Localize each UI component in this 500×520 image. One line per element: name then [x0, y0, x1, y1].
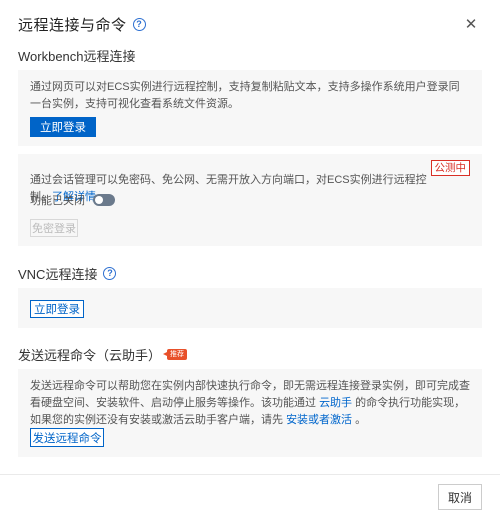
- cloud-assistant-text-3: 。: [355, 414, 367, 426]
- vnc-section-title: VNC远程连接 ?: [18, 264, 117, 283]
- install-activate-link[interactable]: 安装或者激活: [286, 414, 352, 426]
- vnc-title: VNC远程连接: [18, 267, 98, 282]
- cloud-assistant-description: 发送远程命令可以帮助您在实例内部快速执行命令，即无需远程连接登录实例，即可完成查…: [30, 378, 470, 429]
- workbench-section-title: Workbench远程连接: [18, 46, 136, 65]
- cloud-assistant-panel: 发送远程命令可以帮助您在实例内部快速执行命令，即无需远程连接登录实例，即可完成查…: [18, 369, 482, 457]
- dialog-header: 远程连接与命令 ? ✕: [18, 13, 486, 35]
- close-icon[interactable]: ✕: [462, 13, 480, 35]
- dialog-title: 远程连接与命令: [18, 16, 127, 34]
- toggle-knob: [95, 196, 103, 204]
- vnc-panel: 立即登录: [18, 288, 482, 328]
- recommended-badge: 推荐: [163, 349, 188, 360]
- workbench-panel: 通过网页可以对ECS实例进行远程控制，支持复制粘贴文本，支持多操作系统用户登录同…: [18, 70, 482, 146]
- footer-divider: [0, 474, 500, 475]
- remote-connect-dialog: 远程连接与命令 ? ✕ Workbench远程连接 通过网页可以对ECS实例进行…: [0, 0, 500, 520]
- session-toggle[interactable]: [93, 194, 115, 206]
- vnc-login-button[interactable]: 立即登录: [30, 300, 84, 318]
- workbench-description: 通过网页可以对ECS实例进行远程控制，支持复制粘贴文本，支持多操作系统用户登录同…: [30, 81, 460, 110]
- free-login-button: 免密登录: [30, 219, 78, 237]
- cloud-assistant-link[interactable]: 云助手: [319, 397, 352, 409]
- session-manager-panel: 公测中 通过会话管理可以免密码、免公网、无需开放入方向端口，对ECS实例进行远程…: [18, 154, 482, 246]
- cancel-button[interactable]: 取消: [438, 484, 482, 510]
- vnc-help-icon[interactable]: ?: [103, 267, 117, 280]
- workbench-title: Workbench远程连接: [18, 49, 136, 64]
- send-command-button[interactable]: 发送远程命令: [30, 428, 104, 447]
- toggle-label: 功能已关闭: [30, 195, 85, 207]
- help-icon[interactable]: ?: [132, 17, 146, 31]
- cloud-assistant-title: 发送远程命令（云助手）: [18, 348, 162, 363]
- cloud-assistant-section-title: 发送远程命令（云助手） 推荐: [18, 345, 188, 364]
- session-toggle-row: 功能已关闭: [30, 192, 115, 208]
- workbench-login-button[interactable]: 立即登录: [30, 117, 96, 137]
